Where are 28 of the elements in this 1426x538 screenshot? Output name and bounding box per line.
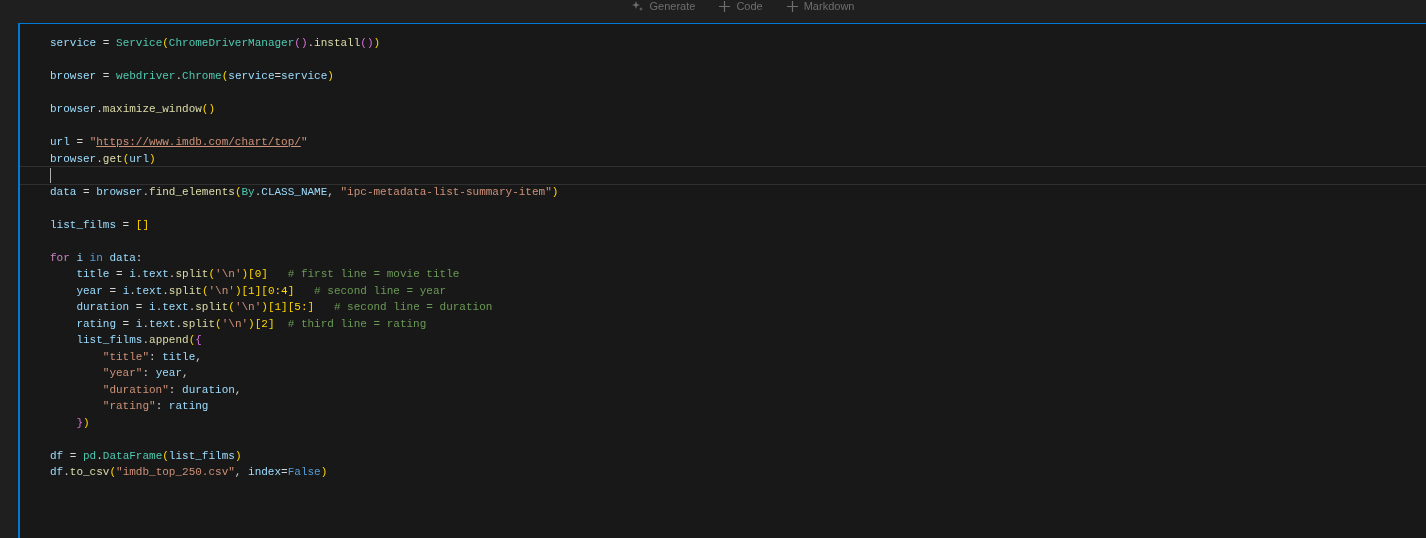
code-line: for i in data: — [50, 251, 143, 264]
code-line: "title": title, — [101, 350, 202, 363]
code-line: url = "https://www.imdb.com/chart/top/" — [50, 136, 308, 148]
code-line: browser = webdriver.Chrome(service=service) — [50, 70, 334, 82]
toolbar-button[interactable]: Code — [715, 0, 767, 12]
code-line: "year": year, — [101, 367, 189, 379]
code-line: df = pd.DataFrame(list_films) — [50, 449, 242, 462]
code-line: data = browser.find_elements(By.CLASS_NAME, "ipc-metadata-list-summary-item") — [50, 185, 559, 198]
code-line: service = Service(ChromeDriverManager().install()) — [50, 37, 381, 49]
code-line: list_films.append({ — [75, 334, 202, 346]
sparkle-icon — [631, 0, 644, 12]
code-line: title = i.text.split('\n')[0] # first line = movie title — [75, 268, 460, 280]
toolbar-button[interactable]: Generate — [627, 0, 700, 12]
plus-icon — [786, 0, 798, 12]
code-line: df.to_csv("imdb_top_250.csv", index=False) — [50, 466, 328, 478]
code-line: rating = i.text.split('\n')[2] # third line = rating — [75, 317, 427, 330]
toolbar-button[interactable]: Markdown — [782, 0, 859, 12]
code-line: year = i.text.split('\n')[1][0:4] # second line = year — [75, 284, 447, 297]
code-cell[interactable] — [18, 23, 1426, 538]
code-line: browser.maximize_window() — [50, 103, 216, 115]
code-line: duration = i.text.split('\n')[1][5:] # second line = duration — [75, 301, 493, 313]
text-cursor — [50, 167, 51, 183]
code-line: "rating": rating — [101, 400, 209, 412]
code-line: }) — [75, 416, 90, 429]
code-line: list_films = [] — [50, 218, 150, 231]
plus-icon — [719, 0, 731, 12]
code-line: browser.get(url) — [50, 152, 156, 165]
code-line: "duration": duration, — [101, 383, 242, 396]
